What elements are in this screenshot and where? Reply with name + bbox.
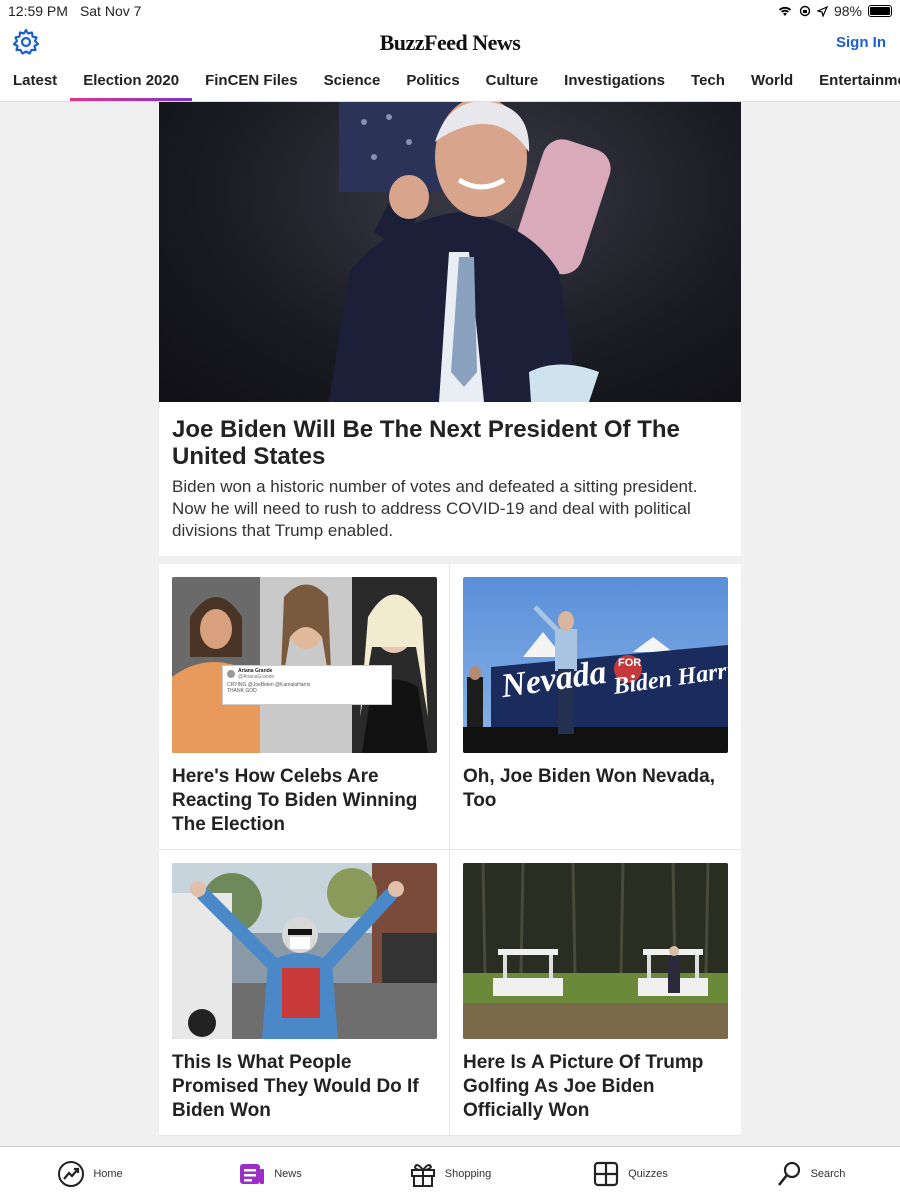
tab-investigations[interactable]: Investigations (551, 64, 678, 101)
top-bar: BuzzFeed News Sign In (0, 22, 900, 64)
tab-world[interactable]: World (738, 64, 806, 101)
nav-news-label: News (274, 1167, 302, 1180)
nav-quizzes-label: Quizzes (628, 1167, 668, 1180)
tab-science[interactable]: Science (311, 64, 394, 101)
article-feed: Joe Biden Will Be The Next President Of … (159, 102, 741, 1146)
tab-tech[interactable]: Tech (678, 64, 738, 101)
status-time: 12:59 PM (8, 3, 68, 19)
hero-headline[interactable]: Joe Biden Will Be The Next President Of … (172, 416, 728, 470)
tab-entertainment[interactable]: Entertainment (806, 64, 900, 101)
location-icon (816, 5, 828, 17)
article-thumbnail: Ariana Grande @ArianaGrande CRYING @JoeB… (172, 577, 437, 753)
hero-text: Joe Biden Will Be The Next President Of … (159, 402, 741, 556)
nav-shopping[interactable]: Shopping (360, 1147, 540, 1200)
trending-icon (58, 1160, 85, 1187)
tab-culture[interactable]: Culture (473, 64, 552, 101)
hero-image (159, 102, 741, 402)
hero-photo (329, 102, 611, 402)
status-date: Sat Nov 7 (79, 3, 142, 19)
battery-icon (868, 5, 892, 17)
hero-description: Biden won a historic number of votes and… (172, 477, 698, 540)
nav-home-label: Home (93, 1167, 123, 1180)
gear-icon[interactable] (12, 28, 40, 56)
nav-news[interactable]: News (180, 1147, 360, 1200)
tweet-handle: @ArianaGrande (238, 674, 275, 680)
article-card[interactable]: Ariana Grande @ArianaGrande CRYING @JoeB… (159, 564, 450, 850)
bottom-nav: Home News Shopping Quizzes Search (0, 1146, 900, 1200)
celebration-photo (172, 863, 437, 1039)
article-title[interactable]: Here Is A Picture Of Trump Golfing As Jo… (463, 1051, 728, 1123)
battery-percent: 98% (833, 3, 862, 19)
nav-search[interactable]: Search (720, 1147, 900, 1200)
tweet-card: Ariana Grande @ArianaGrande CRYING @JoeB… (222, 665, 392, 705)
nav-home[interactable]: Home (0, 1147, 180, 1200)
article-title[interactable]: This Is What People Promised They Would … (172, 1051, 436, 1123)
hero-article[interactable]: Joe Biden Will Be The Next President Of … (159, 102, 741, 556)
logo: BuzzFeed News (379, 30, 521, 55)
article-thumbnail: Nevada FOR Biden Harris (463, 577, 728, 753)
battery-fill (870, 7, 890, 15)
tweet-line-2: THANK GOD (227, 688, 257, 694)
tab-election-2020[interactable]: Election 2020 (70, 64, 192, 101)
tab-fincen-files[interactable]: FinCEN Files (192, 64, 311, 101)
section-tabs: Latest Election 2020 FinCEN Files Science Po… (0, 64, 900, 102)
sign-in-button[interactable]: Sign In (836, 34, 886, 51)
article-title[interactable]: Here's How Celebs Are Reacting To Biden … (172, 765, 436, 837)
gift-icon (410, 1163, 435, 1187)
search-icon (777, 1161, 800, 1186)
article-card[interactable]: Nevada FOR Biden Harris Oh, Joe Biden Wo… (450, 564, 741, 850)
article-thumbnail (463, 863, 728, 1039)
tab-latest[interactable]: Latest (0, 64, 70, 101)
avatar (227, 670, 235, 678)
nav-quizzes[interactable]: Quizzes (540, 1147, 720, 1200)
article-thumbnail (172, 863, 437, 1039)
article-title[interactable]: Oh, Joe Biden Won Nevada, Too (463, 765, 728, 813)
wifi-icon (778, 6, 792, 16)
nav-search-label: Search (810, 1167, 846, 1180)
sign-for: FOR (618, 657, 642, 669)
golf-photo (463, 863, 728, 1039)
article-card[interactable]: This Is What People Promised They Would … (159, 850, 450, 1136)
news-icon (240, 1163, 265, 1184)
nav-shopping-label: Shopping (444, 1167, 492, 1180)
quiz-grid-icon (594, 1161, 619, 1186)
article-grid: Ariana Grande @ArianaGrande CRYING @JoeB… (159, 564, 741, 1136)
tab-politics[interactable]: Politics (393, 64, 472, 101)
status-bar: 12:59 PM Sat Nov 7 98% (0, 0, 900, 22)
article-card[interactable]: Here Is A Picture Of Trump Golfing As Jo… (450, 850, 741, 1136)
orientation-lock-icon (799, 5, 811, 17)
